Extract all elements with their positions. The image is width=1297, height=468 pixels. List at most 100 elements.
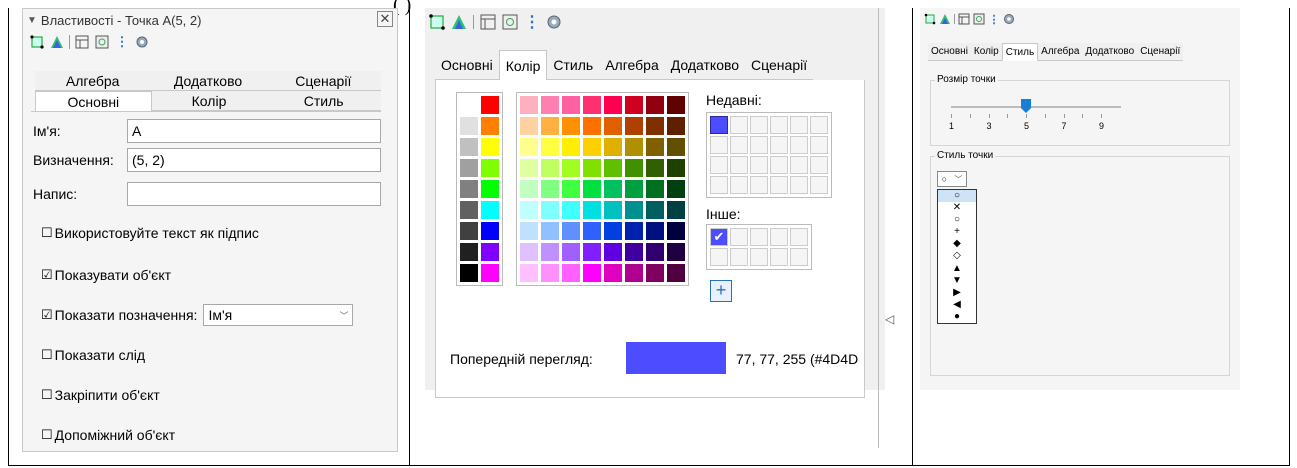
point-size-slider-track[interactable] <box>951 106 1121 108</box>
tab-scripting[interactable]: Сценарії <box>745 50 814 80</box>
color-swatch[interactable] <box>520 201 538 219</box>
color-swatch[interactable] <box>562 243 580 261</box>
color-swatch[interactable] <box>667 201 685 219</box>
color-swatch[interactable] <box>667 138 685 156</box>
recent-color-cell[interactable] <box>750 176 768 194</box>
list-icon[interactable] <box>958 13 970 25</box>
color-swatch[interactable] <box>625 159 643 177</box>
gray-swatch[interactable] <box>481 180 499 198</box>
color-swatch[interactable] <box>625 222 643 240</box>
color-swatch[interactable] <box>625 180 643 198</box>
gray-swatch[interactable] <box>481 159 499 177</box>
custom-color-cell[interactable] <box>730 228 748 246</box>
color-swatch[interactable] <box>604 222 622 240</box>
more-icon[interactable]: ⋮ <box>524 14 540 31</box>
point-style-option[interactable]: ◆ <box>938 238 976 250</box>
gray-swatch[interactable] <box>460 138 478 156</box>
recent-color-cell[interactable] <box>810 136 828 154</box>
tab-advanced[interactable]: Додатково <box>1082 43 1138 61</box>
gray-swatch[interactable] <box>481 264 499 282</box>
color-swatch[interactable] <box>583 222 601 240</box>
color-swatch[interactable] <box>667 180 685 198</box>
color-swatch[interactable] <box>604 138 622 156</box>
color-swatch[interactable] <box>520 138 538 156</box>
color-swatch[interactable] <box>667 243 685 261</box>
fix-object-checkbox[interactable]: ☐ Закріпити об'єкт <box>31 385 381 405</box>
color-swatch[interactable] <box>625 264 643 282</box>
tab-algebra[interactable]: Алгебра <box>599 50 665 80</box>
color-swatch[interactable] <box>520 264 538 282</box>
name-input[interactable]: A <box>127 119 381 143</box>
custom-color-cell[interactable] <box>750 248 768 266</box>
tab-basic[interactable]: Основні <box>928 43 971 61</box>
color-swatch[interactable] <box>541 264 559 282</box>
color-swatch[interactable] <box>583 264 601 282</box>
recent-color-cell[interactable] <box>770 136 788 154</box>
tab-color[interactable]: Колір <box>498 50 548 80</box>
point-style-option[interactable]: ▲ <box>938 263 976 275</box>
color-swatch[interactable] <box>541 138 559 156</box>
more-icon[interactable]: ⋮ <box>988 13 1000 26</box>
recent-color-cell[interactable] <box>770 116 788 134</box>
collapse-arrow-icon[interactable]: ◁ <box>885 312 894 326</box>
color-swatch[interactable] <box>646 138 664 156</box>
custom-color-cell[interactable] <box>710 248 728 266</box>
custom-color-cell[interactable] <box>790 228 808 246</box>
color-swatch[interactable] <box>562 180 580 198</box>
recent-color-cell[interactable] <box>790 156 808 174</box>
point-style-option[interactable]: ○ <box>938 190 976 203</box>
point-style-option[interactable]: + <box>938 226 976 238</box>
tab-scripting[interactable]: Сценарії <box>265 71 381 91</box>
recent-color-cell[interactable] <box>730 176 748 194</box>
definition-input[interactable]: (5, 2) <box>127 148 381 172</box>
color-swatch[interactable] <box>583 117 601 135</box>
tab-algebra[interactable]: Алгебра <box>35 71 151 91</box>
color-swatch[interactable] <box>541 117 559 135</box>
color-swatch[interactable] <box>541 159 559 177</box>
selected-check-icon[interactable]: ✔ <box>710 228 728 246</box>
color-swatch[interactable] <box>646 243 664 261</box>
panel-splitter[interactable] <box>878 8 879 448</box>
color-swatch[interactable] <box>667 222 685 240</box>
color-swatch[interactable] <box>583 243 601 261</box>
point-style-option[interactable]: ○ <box>938 214 976 226</box>
color-swatch[interactable] <box>520 243 538 261</box>
settings-icon[interactable] <box>134 34 150 50</box>
color-swatch[interactable] <box>667 96 685 114</box>
color-swatch[interactable] <box>604 243 622 261</box>
color-icon[interactable] <box>451 14 467 30</box>
aux-object-checkbox[interactable]: ☐ Допоміжний об'єкт <box>31 425 381 445</box>
point-style-select[interactable]: ○ ﹀ <box>937 171 967 187</box>
color-swatch[interactable] <box>562 138 580 156</box>
color-swatch[interactable] <box>646 159 664 177</box>
color-swatch[interactable] <box>562 264 580 282</box>
color-swatch[interactable] <box>625 201 643 219</box>
color-swatch[interactable] <box>604 201 622 219</box>
gray-swatch[interactable] <box>481 138 499 156</box>
color-icon[interactable] <box>49 34 65 50</box>
label-mode-select[interactable]: Ім'я ﹀ <box>203 304 354 326</box>
color-swatch[interactable] <box>583 96 601 114</box>
point-style-option[interactable]: ● <box>938 311 976 323</box>
color-swatch[interactable] <box>583 180 601 198</box>
recent-color-cell[interactable] <box>750 116 768 134</box>
gray-swatch[interactable] <box>481 243 499 261</box>
list-icon[interactable] <box>74 34 90 50</box>
color-swatch[interactable] <box>625 117 643 135</box>
tab-style[interactable]: Стиль <box>1001 43 1039 61</box>
color-swatch[interactable] <box>646 117 664 135</box>
color-swatch[interactable] <box>604 159 622 177</box>
close-icon[interactable]: ✕ <box>377 11 393 27</box>
point-style-option[interactable]: ▶ <box>938 287 976 299</box>
tab-scripting[interactable]: Сценарії <box>1137 43 1184 61</box>
color-swatch[interactable] <box>520 180 538 198</box>
recent-color-cell[interactable] <box>710 136 728 154</box>
color-swatch[interactable] <box>625 96 643 114</box>
gray-swatch[interactable] <box>460 117 478 135</box>
recent-color-cell[interactable] <box>770 176 788 194</box>
color-swatch[interactable] <box>667 264 685 282</box>
gray-swatch[interactable] <box>460 96 478 114</box>
color-swatch[interactable] <box>520 96 538 114</box>
point-size-slider-thumb[interactable] <box>1021 99 1031 113</box>
recent-color-cell[interactable] <box>750 156 768 174</box>
